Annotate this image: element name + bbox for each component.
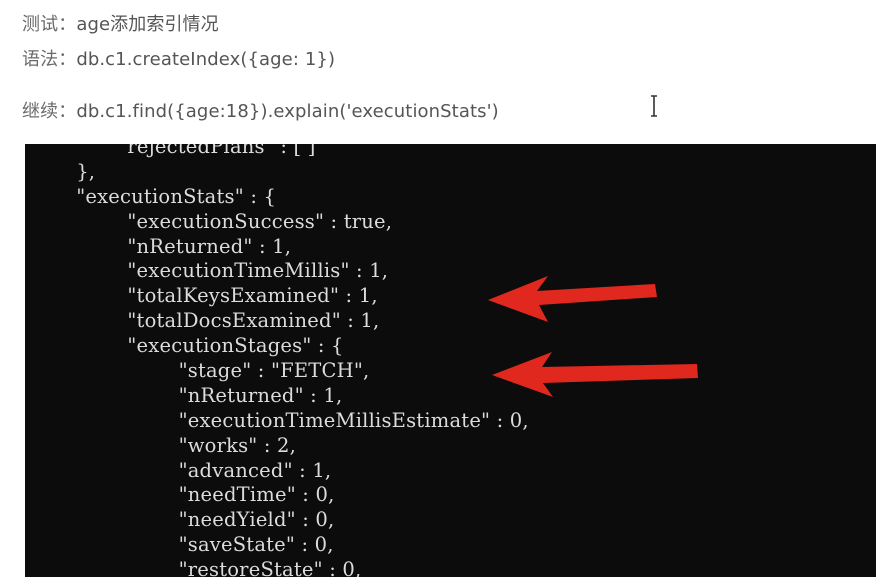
terminal-line: "executionStats" : { (25, 184, 277, 208)
terminal-line: "executionTimeMillis" : 1, (25, 259, 389, 283)
note-syntax-label: 语法： (22, 49, 77, 70)
terminal-line: "works" : 2, (25, 433, 297, 457)
terminal-line: "totalDocsExamined" : 1, (25, 309, 380, 333)
note-test-label: 测试： (22, 14, 77, 35)
terminal-output: rejectedPlans" : [ ] }, "executionStats"… (25, 144, 876, 577)
terminal-line: "restoreState" : 0, (25, 558, 362, 577)
terminal-line: }, (25, 159, 96, 183)
terminal-line: "needTime" : 0, (25, 483, 335, 507)
terminal-line: "nReturned" : 1, (25, 383, 343, 407)
terminal-line: "nReturned" : 1, (25, 234, 292, 258)
note-continue-line: 继续：db.c1.find({age:18}).explain('executi… (22, 97, 499, 123)
note-test-text: age添加索引情况 (76, 14, 219, 35)
note-syntax-line: 语法：db.c1.createIndex({age: 1}) (22, 45, 335, 71)
terminal-code: rejectedPlans" : [ ] }, "executionStats"… (25, 144, 529, 577)
terminal-line: "executionSuccess" : true, (25, 209, 393, 233)
terminal-line: "stage" : "FETCH", (25, 359, 370, 383)
terminal-line: rejectedPlans" : [ ] (25, 144, 316, 158)
terminal-line: "needYield" : 0, (25, 508, 335, 532)
note-continue-text: db.c1.find({age:18}).explain('executionS… (76, 101, 499, 122)
note-syntax-text: db.c1.createIndex({age: 1}) (76, 49, 336, 70)
note-continue-label: 继续： (22, 101, 77, 122)
terminal-line: "executionTimeMillisEstimate" : 0, (25, 408, 529, 432)
terminal-line: "saveState" : 0, (25, 533, 334, 557)
terminal-line: "executionStages" : { (25, 334, 344, 358)
terminal-line: "advanced" : 1, (25, 458, 332, 482)
text-cursor-icon (651, 95, 657, 117)
note-test-line: 测试：age添加索引情况 (22, 10, 219, 36)
terminal-line: "totalKeysExamined" : 1, (25, 284, 378, 308)
